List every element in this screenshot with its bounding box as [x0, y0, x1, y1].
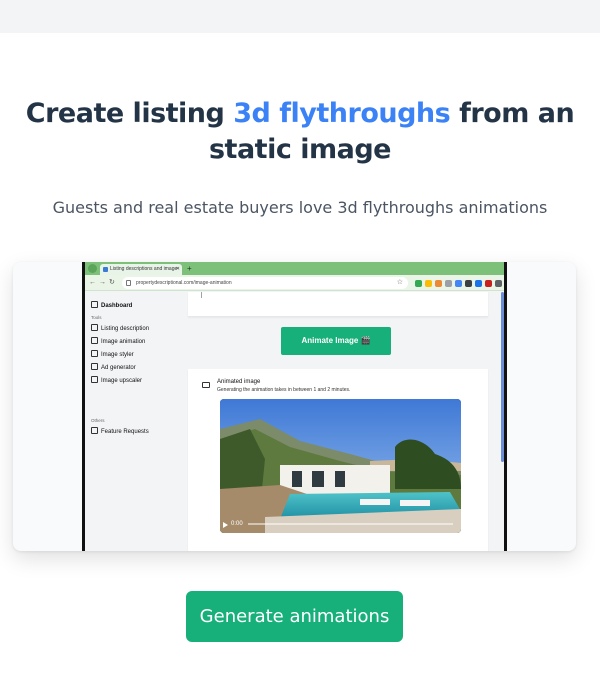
villa-pool-image: [220, 399, 461, 533]
extension-icon: [415, 280, 422, 287]
animated-video-preview: 0:00: [220, 399, 461, 533]
sidebar-item-image-animation: Image animation: [91, 337, 145, 347]
product-screenshot-card: Listing descriptions and image ✕ + ← → ↻…: [13, 262, 576, 551]
lightbulb-icon: [91, 427, 98, 434]
play-icon: [223, 522, 228, 528]
extension-icon: [425, 280, 432, 287]
bookmark-star-icon: ☆: [396, 279, 403, 286]
video-progress-track: [248, 523, 453, 525]
video-icon: [91, 337, 98, 344]
sidebar-section-tools: Tools: [91, 315, 102, 320]
address-bar: propertydescriptional.com/image-animatio…: [122, 277, 408, 289]
edit-icon: [91, 324, 98, 331]
extension-icon: [465, 280, 472, 287]
sidebar-item-image-upscaler: Image upscaler: [91, 376, 142, 386]
target-icon: [91, 363, 98, 370]
sidebar-item-listing-description: Listing description: [91, 324, 149, 334]
extension-icon: [435, 280, 442, 287]
sidebar-item-dashboard: Dashboard: [91, 301, 132, 311]
page-title: Create listing 3d flythroughs from an st…: [20, 96, 580, 168]
tab-favicon-icon: [103, 267, 108, 272]
panel-description: Generating the animation takes in betwee…: [217, 387, 351, 393]
forward-icon: →: [99, 279, 106, 286]
tab-menu-icon: [88, 264, 97, 273]
app-sidebar: Dashboard Tools Listing description Imag…: [85, 292, 171, 551]
home-icon: [91, 301, 98, 308]
scrollbar-thumb: [501, 292, 504, 462]
top-bar: [0, 0, 600, 33]
sidebar-item-ad-generator: Ad generator: [91, 363, 136, 373]
video-time: 0:00: [231, 521, 243, 527]
palette-icon: [91, 350, 98, 357]
title-part-1: Create listing: [25, 98, 234, 129]
title-accent: 3d flythroughs: [233, 98, 451, 129]
reload-icon: ↻: [109, 279, 115, 286]
extension-icon: [475, 280, 482, 287]
sidebar-section-others: Others: [91, 418, 105, 423]
profile-icon: [495, 280, 502, 287]
embedded-browser-screenshot: Listing descriptions and image ✕ + ← → ↻…: [82, 262, 507, 551]
sidebar-item-feature-requests: Feature Requests: [91, 427, 149, 437]
sidebar-item-image-styler: Image styler: [91, 350, 134, 360]
browser-tab: Listing descriptions and image ✕: [100, 264, 182, 275]
tab-title: Listing descriptions and image: [110, 266, 178, 272]
generate-animations-button[interactable]: Generate animations: [186, 591, 403, 642]
app-content: Animate Image 🎬 Animated image Generatin…: [171, 292, 490, 551]
animated-image-panel: Animated image Generating the animation …: [188, 369, 488, 551]
tab-close-icon: ✕: [175, 266, 180, 272]
image-icon: [91, 376, 98, 383]
browser-tab-strip: Listing descriptions and image ✕ +: [85, 262, 504, 275]
animate-image-button: Animate Image 🎬: [281, 327, 391, 355]
extension-icon: [445, 280, 452, 287]
new-tab-icon: +: [187, 264, 192, 273]
browser-toolbar: ← → ↻ propertydescriptional.com/image-an…: [85, 275, 504, 291]
previous-panel: [188, 292, 488, 317]
video-camera-icon: [202, 382, 210, 388]
back-icon: ←: [89, 279, 96, 286]
extension-icon: [485, 280, 492, 287]
extension-icon: [455, 280, 462, 287]
lock-icon: [126, 280, 131, 286]
panel-title: Animated image: [217, 379, 261, 385]
subtitle: Guests and real estate buyers love 3d fl…: [52, 198, 548, 217]
address-url: propertydescriptional.com/image-animatio…: [136, 280, 232, 286]
